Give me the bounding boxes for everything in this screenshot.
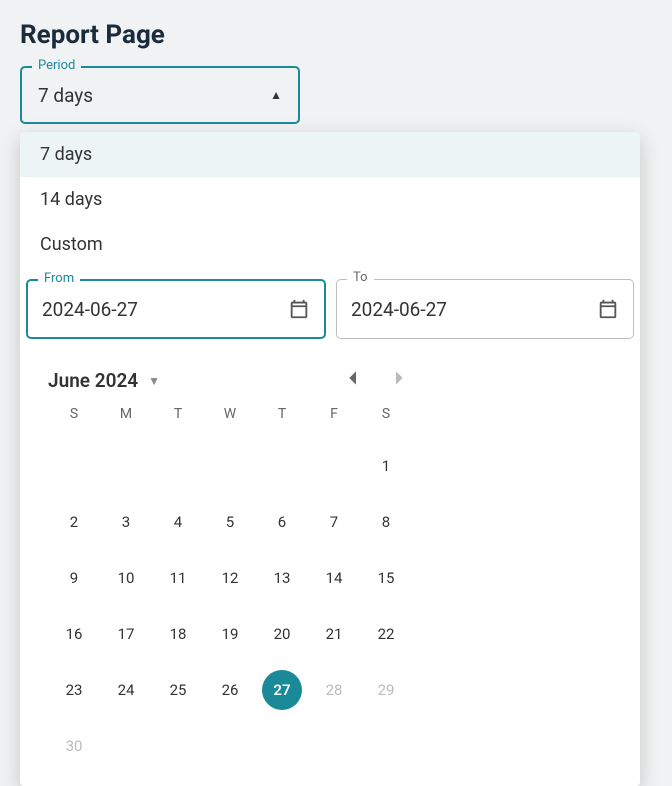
calendar-day[interactable]: 22	[366, 614, 406, 654]
calendar-day[interactable]: 17	[106, 614, 146, 654]
calendar-prev-button[interactable]	[340, 370, 364, 391]
calendar-month-select[interactable]: June 2024 ▼	[48, 369, 160, 392]
from-label: From	[38, 271, 80, 286]
calendar-day[interactable]: 20	[262, 614, 302, 654]
calendar-dow: S	[360, 406, 412, 430]
period-select[interactable]: Period 7 days ▲	[20, 66, 300, 124]
page-title: Report Page	[20, 20, 652, 50]
calendar-day[interactable]: 4	[158, 502, 198, 542]
period-option[interactable]: 14 days	[20, 177, 640, 222]
from-value: 2024-06-27	[42, 298, 138, 321]
chevron-right-icon	[394, 370, 406, 386]
calendar-icon	[597, 298, 619, 320]
date-range-row: From 2024-06-27 To 2024-06-27	[20, 267, 640, 353]
calendar-day[interactable]: 24	[106, 670, 146, 710]
calendar-dow: F	[308, 406, 360, 430]
calendar-day[interactable]: 25	[158, 670, 198, 710]
to-date-field[interactable]: To 2024-06-27	[336, 279, 634, 339]
period-value: 7 days	[38, 84, 93, 107]
calendar-dow: W	[204, 406, 256, 430]
calendar-day[interactable]: 8	[366, 502, 406, 542]
calendar-day[interactable]: 7	[314, 502, 354, 542]
calendar-dow: T	[152, 406, 204, 430]
calendar-day[interactable]: 21	[314, 614, 354, 654]
calendar-day: 29	[366, 670, 406, 710]
calendar-dow: S	[48, 406, 100, 430]
calendar-day[interactable]: 14	[314, 558, 354, 598]
calendar-day: 28	[314, 670, 354, 710]
calendar-day[interactable]: 19	[210, 614, 250, 654]
calendar-dow: M	[100, 406, 152, 430]
calendar-day[interactable]: 12	[210, 558, 250, 598]
to-value: 2024-06-27	[351, 298, 447, 321]
calendar-day[interactable]: 11	[158, 558, 198, 598]
calendar-day[interactable]: 27	[262, 670, 302, 710]
period-option[interactable]: Custom	[20, 222, 640, 267]
calendar-day[interactable]: 10	[106, 558, 146, 598]
calendar-day[interactable]: 13	[262, 558, 302, 598]
period-label: Period	[32, 58, 81, 73]
chevron-left-icon	[346, 370, 358, 386]
calendar-day[interactable]: 3	[106, 502, 146, 542]
calendar-day[interactable]: 26	[210, 670, 250, 710]
calendar-day[interactable]: 16	[54, 614, 94, 654]
calendar-day[interactable]: 6	[262, 502, 302, 542]
calendar-month-label: June 2024	[48, 369, 138, 392]
to-label: To	[347, 270, 374, 285]
period-dropdown-panel: 7 days14 daysCustom From 2024-06-27 To 2…	[20, 132, 640, 786]
calendar-day[interactable]: 23	[54, 670, 94, 710]
calendar: June 2024 ▼ SMTWTFS123456789101112131415…	[20, 353, 440, 786]
calendar-icon	[288, 298, 310, 320]
period-option[interactable]: 7 days	[20, 132, 640, 177]
chevron-down-icon: ▼	[148, 374, 160, 388]
calendar-day[interactable]: 2	[54, 502, 94, 542]
calendar-day[interactable]: 15	[366, 558, 406, 598]
calendar-next-button[interactable]	[388, 370, 412, 391]
calendar-day: 30	[54, 726, 94, 766]
calendar-day[interactable]: 9	[54, 558, 94, 598]
calendar-day[interactable]: 18	[158, 614, 198, 654]
calendar-dow: T	[256, 406, 308, 430]
from-date-field[interactable]: From 2024-06-27	[26, 279, 326, 339]
calendar-day[interactable]: 1	[366, 446, 406, 486]
calendar-day[interactable]: 5	[210, 502, 250, 542]
chevron-up-icon: ▲	[270, 88, 282, 102]
